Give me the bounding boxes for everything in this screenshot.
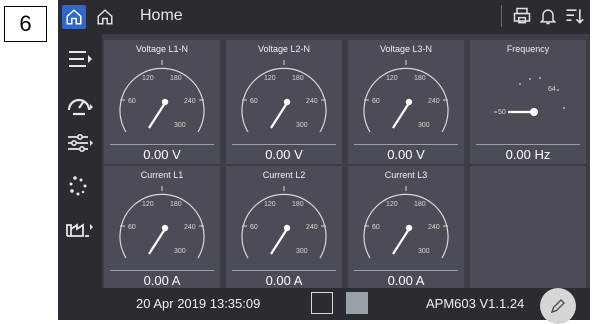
tile-value: 0.00 Hz xyxy=(476,144,580,162)
tick-label: 240 xyxy=(306,98,318,105)
gauge-needle xyxy=(270,228,288,255)
home-button[interactable] xyxy=(62,5,86,29)
tile-value: 0.00 V xyxy=(232,144,336,162)
tile-title: Voltage L1-N xyxy=(135,44,189,54)
gauge-dial: 60 120 180 240 300 xyxy=(241,60,327,133)
gauge-needle xyxy=(270,102,288,129)
gauge-dial: 60 120 180 240 300 xyxy=(119,186,205,259)
separator xyxy=(501,5,502,27)
tile-title: Current L1 xyxy=(140,170,184,180)
tick-label: 50 xyxy=(498,109,506,116)
tick-label: 180 xyxy=(292,75,304,82)
home-icon xyxy=(66,9,82,25)
tile-frequency[interactable]: Frequency 64 50 0.00 Hz xyxy=(470,40,586,164)
tick-label: 300 xyxy=(174,248,186,255)
tile-current-l2[interactable]: Current L2 60 120 180 240 300 0.00 A xyxy=(226,166,342,290)
gauge-needle xyxy=(148,228,166,255)
tick-label: 64 xyxy=(548,86,556,93)
tick-label: 60 xyxy=(250,224,258,231)
sort-icon[interactable] xyxy=(564,6,584,26)
tick-label: 180 xyxy=(170,201,182,208)
status-square-outline xyxy=(311,292,333,314)
tile-value: 0.00 A xyxy=(232,270,336,288)
tile-value: 0.00 V xyxy=(110,144,214,162)
tile-title: Current L3 xyxy=(384,170,428,180)
factory-icon xyxy=(66,223,93,237)
tile-value: 0.00 V xyxy=(354,144,458,162)
tile-value: 0.00 A xyxy=(354,270,458,288)
tile-voltage-l3[interactable]: Voltage L3-N 60 120 180 240 300 0.00 V xyxy=(348,40,464,164)
tile-title: Frequency xyxy=(506,44,550,54)
tick-label: 60 xyxy=(250,98,258,105)
sidebar-item-gauge[interactable] xyxy=(58,88,102,122)
tick-label: 300 xyxy=(418,248,430,255)
tick-label: 120 xyxy=(142,201,154,208)
gauge-needle xyxy=(148,102,166,129)
edit-pencil-icon xyxy=(550,299,565,314)
tile-value: 0.00 A xyxy=(110,270,214,288)
tick-label: 60 xyxy=(372,224,380,231)
sidebar-item-menu[interactable] xyxy=(58,42,102,76)
tile-voltage-l2[interactable]: Voltage L2-N 60 120 180 240 300 0.00 V xyxy=(226,40,342,164)
printer-icon[interactable] xyxy=(512,6,532,26)
settings-sliders-icon xyxy=(68,133,93,153)
status-square-filled xyxy=(346,292,368,314)
tick-label: 180 xyxy=(414,75,426,82)
tick-label: 120 xyxy=(386,75,398,82)
gauge-dial: 60 120 180 240 300 xyxy=(363,60,449,133)
device-screen: Home Voltage L1-N 60 120 180 240 300 0.0… xyxy=(58,0,590,324)
gauge-dial: 60 120 180 240 300 xyxy=(363,186,449,259)
tick-label: 60 xyxy=(372,98,380,105)
gauge-needle xyxy=(392,228,410,255)
sidebar xyxy=(58,34,102,320)
tile-empty xyxy=(470,166,586,290)
tick-label: 240 xyxy=(428,224,440,231)
tick-label: 120 xyxy=(386,201,398,208)
tick-label: 60 xyxy=(128,224,136,231)
dots-circle-icon xyxy=(69,176,87,196)
tile-current-l1[interactable]: Current L1 60 120 180 240 300 0.00 A xyxy=(104,166,220,290)
tick-label: 240 xyxy=(306,224,318,231)
tick-label: 120 xyxy=(264,201,276,208)
tile-current-l3[interactable]: Current L3 60 120 180 240 300 0.00 A xyxy=(348,166,464,290)
tick-label: 300 xyxy=(418,122,430,129)
sidebar-item-dots[interactable] xyxy=(58,170,102,204)
tick-label: 120 xyxy=(264,75,276,82)
status-bar: 20 Apr 2019 13:35:09 APM603 V1.1.24 xyxy=(102,288,590,324)
menu-expand-icon xyxy=(69,51,92,67)
bell-icon[interactable] xyxy=(538,6,558,26)
gauge-dial: 64 50 xyxy=(494,77,565,116)
top-bar: Home xyxy=(58,0,590,34)
tick-label: 120 xyxy=(142,75,154,82)
edit-button[interactable] xyxy=(540,288,576,324)
tile-title: Voltage L3-N xyxy=(379,44,433,54)
sidebar-item-settings[interactable] xyxy=(58,126,102,160)
datetime-text: 20 Apr 2019 13:35:09 xyxy=(136,296,261,311)
tick-label: 240 xyxy=(184,224,196,231)
measurement-grid: Voltage L1-N 60 120 180 240 300 0.00 V V… xyxy=(102,38,590,290)
tick-label: 300 xyxy=(296,248,308,255)
home-outline-button[interactable] xyxy=(94,6,116,28)
tile-voltage-l1[interactable]: Voltage L1-N 60 120 180 240 300 0.00 V xyxy=(104,40,220,164)
tick-label: 180 xyxy=(292,201,304,208)
tick-label: 300 xyxy=(296,122,308,129)
gauge-icon xyxy=(67,98,93,116)
tick-label: 300 xyxy=(174,122,186,129)
figure-number-label: 6 xyxy=(4,6,47,42)
tile-title: Voltage L2-N xyxy=(257,44,311,54)
tile-title: Current L2 xyxy=(262,170,306,180)
page-title: Home xyxy=(140,7,183,24)
tick-label: 60 xyxy=(128,98,136,105)
tick-label: 240 xyxy=(428,98,440,105)
tick-label: 180 xyxy=(170,75,182,82)
home-outline-icon xyxy=(97,9,113,25)
gauge-needle xyxy=(392,102,410,129)
version-text: APM603 V1.1.24 xyxy=(426,296,525,311)
gauge-dial: 60 120 180 240 300 xyxy=(241,186,327,259)
gauge-dial: 60 120 180 240 300 xyxy=(119,60,205,133)
tick-label: 240 xyxy=(184,98,196,105)
tick-label: 180 xyxy=(414,201,426,208)
sidebar-item-factory[interactable] xyxy=(58,210,102,244)
